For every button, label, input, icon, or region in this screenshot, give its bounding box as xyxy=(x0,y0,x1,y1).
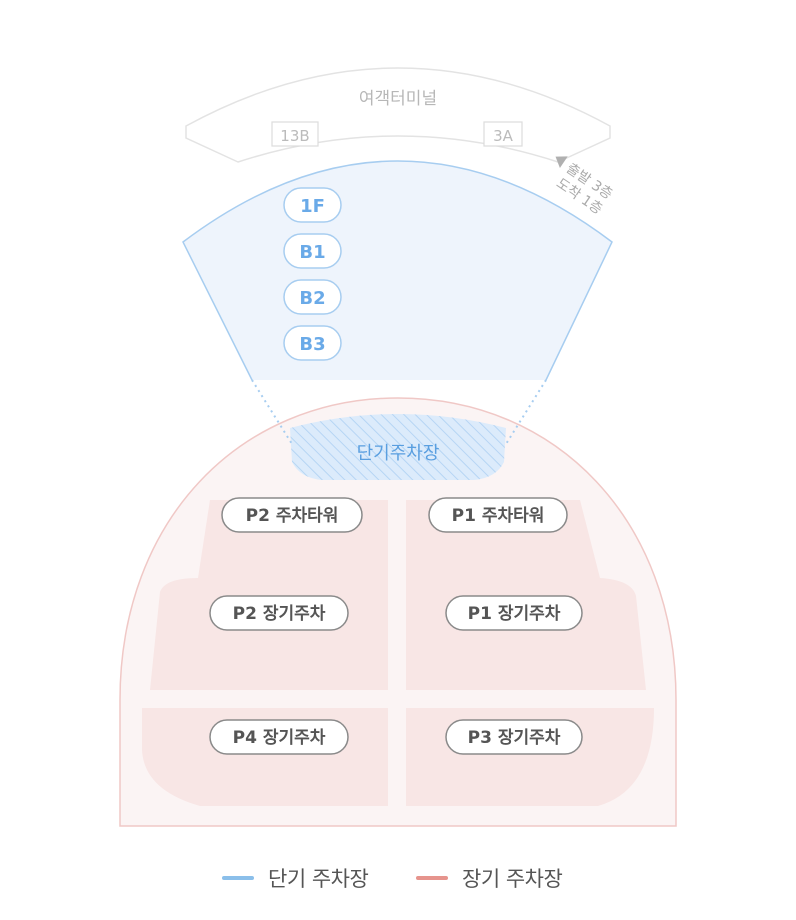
terminal-name: 여객터미널 xyxy=(359,89,437,109)
legend-short-term: 단기 주차장 xyxy=(222,858,369,898)
badge-p1-tower[interactable]: P1 주차타워 xyxy=(428,497,568,533)
badge-p4-long[interactable]: P4 장기주차 xyxy=(209,719,349,755)
short-term-label: 단기주차장 xyxy=(357,443,440,464)
svg-text:P1 장기주차: P1 장기주차 xyxy=(468,604,561,624)
svg-text:1F: 1F xyxy=(300,196,325,217)
floor-pill-1f[interactable]: 1F xyxy=(283,187,342,223)
floor-pill-b3[interactable]: B3 xyxy=(283,325,342,361)
floor-pill-b1[interactable]: B1 xyxy=(283,233,342,269)
legend-long-term-swatch xyxy=(416,876,448,880)
badge-p3-long[interactable]: P3 장기주차 xyxy=(445,719,583,755)
svg-text:P4 장기주차: P4 장기주차 xyxy=(233,728,326,748)
svg-text:P1 주차타워: P1 주차타워 xyxy=(452,506,545,526)
svg-text:B3: B3 xyxy=(299,334,325,355)
passenger-terminal xyxy=(185,67,611,163)
gate-13b-label: 13B xyxy=(280,127,309,145)
legend-long-term: 장기 주차장 xyxy=(416,858,563,898)
badge-p2-tower[interactable]: P2 주차타워 xyxy=(221,497,363,533)
svg-text:P3 장기주차: P3 장기주차 xyxy=(468,728,561,748)
svg-text:P2 장기주차: P2 장기주차 xyxy=(233,604,326,624)
badge-p2-long[interactable]: P2 장기주차 xyxy=(209,595,349,631)
legend-short-term-swatch xyxy=(222,876,254,880)
legend-long-term-label: 장기 주차장 xyxy=(462,867,563,891)
badge-p1-long[interactable]: P1 장기주차 xyxy=(445,595,583,631)
short-term-building xyxy=(183,161,612,380)
svg-text:B1: B1 xyxy=(299,242,325,263)
svg-text:B2: B2 xyxy=(299,288,325,309)
svg-text:P2 주차타워: P2 주차타워 xyxy=(246,506,339,526)
gate-3a-label: 3A xyxy=(493,127,514,145)
floor-pill-b2[interactable]: B2 xyxy=(283,279,342,315)
legend-short-term-label: 단기 주차장 xyxy=(268,867,369,891)
parking-map: 여객터미널 13B 3A 출발 3층 도착 1층 1F B1 B2 B3 단기주… xyxy=(119,67,677,827)
